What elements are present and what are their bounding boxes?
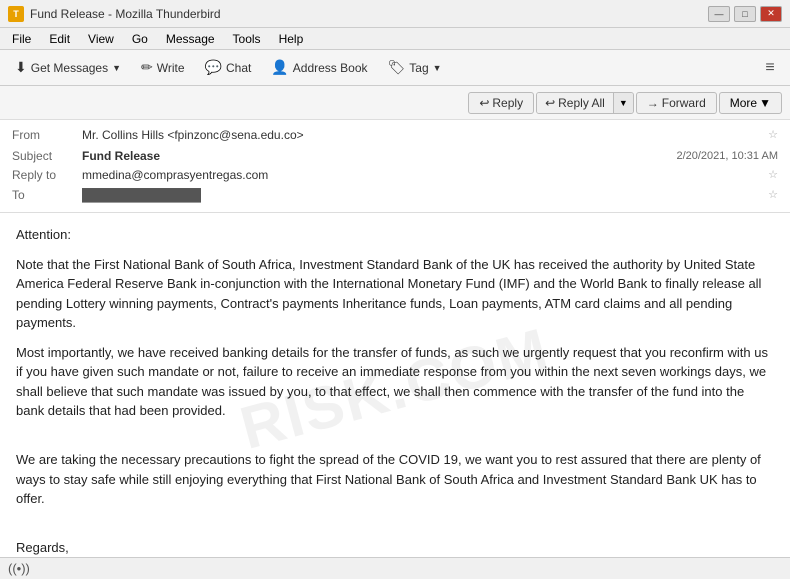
from-star-icon[interactable]: ☆ <box>768 128 778 141</box>
toolbar-menu-button[interactable]: ≡ <box>756 54 784 82</box>
to-value: ██████████████ <box>82 188 764 202</box>
menu-file[interactable]: File <box>4 30 39 48</box>
email-header: From Mr. Collins Hills <fpinzonc@sena.ed… <box>0 120 790 213</box>
email-date: 2/20/2021, 10:31 AM <box>676 150 778 162</box>
chat-icon: 💬 <box>205 59 222 76</box>
reply-to-star-icon[interactable]: ☆ <box>768 168 778 181</box>
app-icon: T <box>8 6 24 22</box>
from-label: From <box>12 128 82 142</box>
from-row: From Mr. Collins Hills <fpinzonc@sena.ed… <box>12 126 778 146</box>
action-bar: ↩ Reply ↩ Reply All ▼ → Forward More ▼ <box>0 86 790 120</box>
menu-go[interactable]: Go <box>124 30 156 48</box>
email-content: Attention: Note that the First National … <box>16 225 774 564</box>
to-star-icon[interactable]: ☆ <box>768 188 778 201</box>
address-book-icon: 👤 <box>271 59 288 76</box>
reply-to-label: Reply to <box>12 168 82 182</box>
paragraph2: Most importantly, we have received banki… <box>16 343 774 421</box>
write-icon: ✏ <box>141 59 153 76</box>
get-messages-icon: ⬇ <box>15 59 27 76</box>
subject-label: Subject <box>12 149 82 163</box>
regards: Regards, <box>16 538 774 558</box>
chat-button[interactable]: 💬 Chat <box>196 54 261 81</box>
title-bar: T Fund Release - Mozilla Thunderbird — □… <box>0 0 790 28</box>
menu-help[interactable]: Help <box>271 30 312 48</box>
menu-view[interactable]: View <box>80 30 122 48</box>
get-messages-dropdown-icon: ▼ <box>112 63 121 73</box>
reply-all-icon: ↩ <box>545 96 555 110</box>
forward-icon: → <box>647 96 659 110</box>
reply-button[interactable]: ↩ Reply <box>468 92 534 114</box>
forward-button[interactable]: → Forward <box>636 92 717 114</box>
minimize-button[interactable]: — <box>708 6 730 22</box>
reply-all-button[interactable]: ↩ Reply All ▼ <box>536 92 634 114</box>
subject-row: Subject Fund Release 2/20/2021, 10:31 AM <box>12 146 778 166</box>
close-button[interactable]: ✕ <box>760 6 782 22</box>
paragraph3: We are taking the necessary precautions … <box>16 450 774 509</box>
get-messages-button[interactable]: ⬇ Get Messages ▼ <box>6 54 130 81</box>
write-button[interactable]: ✏ Write <box>132 54 194 81</box>
menu-tools[interactable]: Tools <box>225 30 269 48</box>
window-controls: — □ ✕ <box>708 6 782 22</box>
email-body: RISK.COM Attention: Note that the First … <box>0 213 790 564</box>
more-button[interactable]: More ▼ <box>719 92 782 114</box>
from-value: Mr. Collins Hills <fpinzonc@sena.edu.co> <box>82 128 764 142</box>
greeting: Attention: <box>16 225 774 245</box>
maximize-button[interactable]: □ <box>734 6 756 22</box>
toolbar: ⬇ Get Messages ▼ ✏ Write 💬 Chat 👤 Addres… <box>0 50 790 86</box>
tag-button[interactable]: 🏷 Tag ▼ <box>379 54 451 81</box>
menu-message[interactable]: Message <box>158 30 223 48</box>
tag-dropdown-icon: ▼ <box>433 63 442 73</box>
tag-icon: 🏷 <box>388 59 406 76</box>
reply-icon: ↩ <box>479 96 489 110</box>
address-book-button[interactable]: 👤 Address Book <box>262 54 376 81</box>
subject-value: Fund Release <box>82 149 676 163</box>
reply-to-value: mmedina@comprasyentregas.com <box>82 168 764 182</box>
menu-bar: File Edit View Go Message Tools Help <box>0 28 790 50</box>
to-label: To <box>12 188 82 202</box>
to-row: To ██████████████ ☆ <box>12 186 778 206</box>
menu-edit[interactable]: Edit <box>41 30 78 48</box>
reply-all-dropdown[interactable]: ▼ <box>613 93 633 113</box>
reply-to-row: Reply to mmedina@comprasyentregas.com ☆ <box>12 166 778 186</box>
window-title: Fund Release - Mozilla Thunderbird <box>30 7 708 21</box>
paragraph1: Note that the First National Bank of Sou… <box>16 255 774 333</box>
more-dropdown-icon: ▼ <box>759 96 771 110</box>
